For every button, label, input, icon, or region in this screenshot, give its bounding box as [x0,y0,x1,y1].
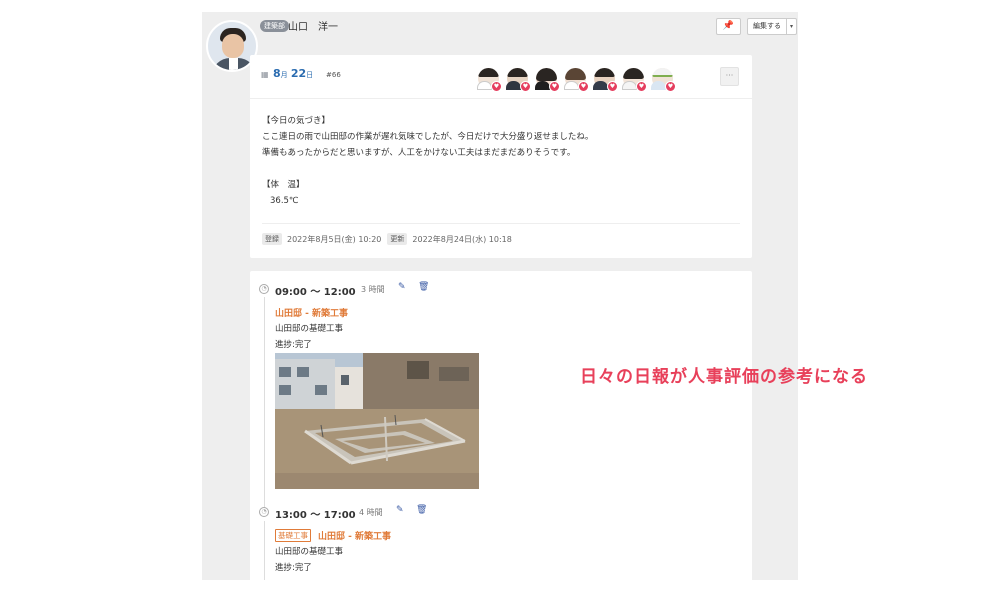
clock-icon: ◔ [259,507,269,517]
updated-label: 更新 [387,233,408,245]
temperature-heading: 【体 温】 [262,180,305,190]
timeline-line [264,297,265,509]
entry-progress: 進捗:完了 [275,563,312,573]
updated-timestamp: 2022年8月24日(水) 10:18 [412,234,512,244]
like-avatars: ♥ ♥ ♥ ♥ ♥ ♥ ♥ [474,67,677,95]
liker-avatar[interactable]: ♥ [590,67,619,95]
department-badge: 建築部 [260,20,289,32]
liker-avatar[interactable]: ♥ [561,67,590,95]
liker-avatar[interactable]: ♥ [619,67,648,95]
registered-timestamp: 2022年8月5日(金) 10:20 [287,234,382,244]
more-likes-button[interactable]: ··· [720,67,739,86]
site-photo[interactable] [275,353,479,489]
edit-dropdown-toggle[interactable]: ▾ [787,18,797,35]
thumbs-up-icon: ♥ [636,81,647,92]
pin-icon: 📌 [722,21,735,31]
thumbs-up-icon: ♥ [549,81,560,92]
liker-avatar[interactable]: ♥ [648,67,677,95]
liker-avatar[interactable]: ♥ [474,67,503,95]
report-number: #66 [326,71,341,79]
report-body: 【今日の気づき】 ここ連日の雨で山田邸の作業が遅れ気味でしたが、今日だけで大分盛… [250,99,752,209]
entry-project[interactable]: 山田邸 - 新築工事 [318,529,391,542]
thumbs-up-icon: ♥ [578,81,589,92]
report-header: ▦ 8月 22日 #66 ♥ ♥ ♥ ♥ ♥ ♥ ♥ ··· [250,55,752,99]
thumbs-up-icon: ♥ [665,81,676,92]
temperature-value: 36.5℃ [270,196,299,206]
report-meta: 登録 2022年8月5日(金) 10:20 更新 2022年8月24日(水) 1… [262,223,740,245]
report-panel: 建築部 山口 洋一 📌 編集する ▾ ▦ 8月 22日 #66 ♥ ♥ ♥ ♥ … [202,12,798,580]
entry-time: 09:00 ～ 12:00 [275,287,356,298]
calendar-icon: ▦ [261,70,269,79]
entry-project[interactable]: 山田邸 - 新築工事 [275,306,348,319]
report-line: 準備もあったからだと思いますが、人工をかけない工夫はまだまだありそうです。 [262,148,576,158]
work-entries-card: ◔ 09:00 ～ 12:00 3 時間 ✎ 🗑 山田邸 - 新築工事 山田邸の… [250,271,752,580]
edit-button[interactable]: 編集する [747,18,787,35]
user-name[interactable]: 山口 洋一 [288,18,338,33]
registered-label: 登録 [262,233,282,245]
report-line: 【今日の気づき】 [262,116,331,126]
thumbs-up-icon: ♥ [520,81,531,92]
entry-hours: 4 時間 [359,508,383,517]
entry-time: 13:00 ～ 17:00 [275,510,356,521]
caption-text: 日々の日報が人事評価の参考になる [580,367,868,387]
delete-entry-icon[interactable]: 🗑 [416,505,427,515]
timeline-line [264,521,265,580]
delete-entry-icon[interactable]: 🗑 [418,282,429,292]
thumbs-up-icon: ♥ [491,81,502,92]
report-line: ここ連日の雨で山田邸の作業が遅れ気味でしたが、今日だけで大分盛り返せましたね。 [262,132,594,142]
liker-avatar[interactable]: ♥ [532,67,561,95]
entry-task: 山田邸の基礎工事 [275,547,344,557]
entry-hours: 3 時間 [361,285,385,294]
clock-icon: ◔ [259,284,269,294]
edit-entry-icon[interactable]: ✎ [398,282,406,292]
thumbs-up-icon: ♥ [607,81,618,92]
category-tag: 基礎工事 [275,529,311,542]
edit-entry-icon[interactable]: ✎ [396,505,404,515]
liker-avatar[interactable]: ♥ [503,67,532,95]
entry-progress: 進捗:完了 [275,340,312,350]
entry-task: 山田邸の基礎工事 [275,324,344,334]
report-date: 8月 22日 [273,67,314,80]
daily-report-card: ▦ 8月 22日 #66 ♥ ♥ ♥ ♥ ♥ ♥ ♥ ··· 【今日の気づき】 … [250,55,752,258]
pin-button[interactable]: 📌 [716,18,741,35]
